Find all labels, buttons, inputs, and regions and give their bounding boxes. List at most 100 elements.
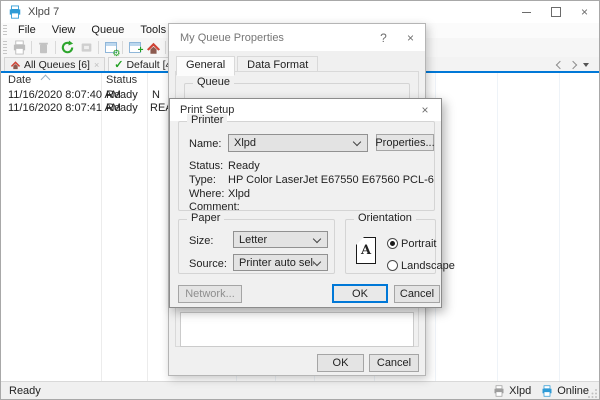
- column-divider: [559, 73, 560, 381]
- delete-button[interactable]: [34, 39, 53, 56]
- print-button[interactable]: [10, 39, 29, 56]
- home-icon: [10, 60, 21, 70]
- size-label: Size:: [189, 235, 213, 247]
- portrait-radio[interactable]: [387, 238, 398, 249]
- where-value: Xlpd: [228, 188, 250, 200]
- toolbar-separator: [55, 41, 56, 54]
- size-value: Letter: [239, 234, 314, 246]
- type-value: HP Color LaserJet E67550 E67560 PCL-6: [228, 174, 434, 186]
- group-label: Printer: [187, 114, 227, 126]
- type-label: Type:: [189, 174, 216, 186]
- status-bar: Ready Xlpd Online: [1, 381, 599, 399]
- queue-description-box[interactable]: [180, 312, 414, 347]
- cancel-button[interactable]: Cancel: [394, 285, 440, 303]
- status-online: Online: [557, 385, 589, 397]
- tab-all-queues[interactable]: All Queues [6] ×: [4, 57, 105, 71]
- paper-group: Paper Size: Letter Source: Printer auto …: [178, 219, 335, 274]
- maximize-icon: [551, 7, 561, 17]
- help-button[interactable]: ?: [370, 24, 397, 51]
- source-label: Source:: [189, 258, 227, 270]
- column-header-status[interactable]: Status: [106, 74, 137, 86]
- tab-scroll-right-icon[interactable]: [569, 61, 577, 69]
- minimize-button[interactable]: [512, 1, 541, 23]
- close-icon: ×: [581, 5, 588, 19]
- sort-ascending-icon: [41, 75, 51, 85]
- print-icon: [12, 40, 27, 55]
- cell-date: 11/16/2020 8:07:40 AM: [8, 89, 121, 101]
- help-icon: ?: [380, 31, 387, 45]
- refresh-button[interactable]: [58, 39, 77, 56]
- status-text: Ready: [9, 385, 41, 397]
- menu-view[interactable]: View: [44, 23, 84, 38]
- maximize-button[interactable]: [541, 1, 570, 23]
- ok-button[interactable]: OK: [317, 354, 364, 372]
- add-queue-icon: +: [129, 42, 141, 53]
- group-label: Queue: [193, 76, 234, 88]
- toolbar-separator: [122, 41, 123, 54]
- check-icon: ✓: [114, 60, 123, 70]
- portrait-paper-icon: A: [356, 237, 376, 264]
- refresh-icon: [60, 40, 75, 55]
- where-label: Where:: [189, 188, 224, 200]
- properties-button[interactable]: Properties...: [376, 134, 434, 151]
- tab-scroll-left-icon[interactable]: [556, 61, 564, 69]
- window-titlebar: Xlpd 7 ×: [1, 1, 599, 23]
- source-value: Printer auto select: [239, 257, 314, 269]
- tab-label: All Queues [6]: [24, 59, 90, 71]
- default-queue-button[interactable]: [144, 39, 163, 56]
- status-printer-name: Xlpd: [509, 385, 531, 397]
- close-button[interactable]: ×: [410, 99, 440, 121]
- stop-button[interactable]: [77, 39, 96, 56]
- toolbar-separator: [98, 41, 99, 54]
- xlpd-main-window: Xlpd 7 × File View Queue Tools Help: [0, 0, 600, 400]
- ok-button[interactable]: OK: [332, 284, 388, 303]
- chevron-down-icon: [313, 234, 321, 242]
- print-setup-dialog: Print Setup × Printer Name: Xlpd Propert…: [169, 98, 442, 308]
- paper-size-combo[interactable]: Letter: [233, 231, 328, 248]
- column-divider[interactable]: [147, 73, 148, 381]
- tab-list-dropdown-icon[interactable]: [583, 63, 589, 67]
- printer-name-value: Xlpd: [234, 137, 354, 149]
- column-header-date[interactable]: Date: [8, 74, 31, 86]
- group-label: Paper: [187, 212, 224, 224]
- printer-online-icon: [541, 385, 553, 397]
- printer-name-label: Name:: [189, 138, 221, 150]
- stop-icon: [80, 41, 93, 54]
- minimize-icon: [522, 12, 531, 13]
- window-title: Xlpd 7: [28, 6, 59, 18]
- queue-properties-button[interactable]: ⚙: [101, 39, 120, 56]
- menu-grip: [3, 25, 7, 37]
- chevron-down-icon: [313, 257, 321, 265]
- landscape-radio[interactable]: [387, 260, 398, 271]
- toolbar-separator: [31, 41, 32, 54]
- cell-name: N: [152, 89, 160, 101]
- chevron-down-icon: [353, 138, 361, 146]
- status-value: Ready: [228, 160, 260, 172]
- resize-grip[interactable]: [588, 388, 598, 398]
- close-button[interactable]: ×: [397, 24, 424, 51]
- printer-group: Printer Name: Xlpd Properties... Status:…: [178, 121, 435, 211]
- orientation-group: Orientation A Portrait Landscape: [345, 219, 436, 274]
- paper-source-combo[interactable]: Printer auto select: [233, 254, 328, 271]
- add-queue-button[interactable]: +: [125, 39, 144, 56]
- network-button[interactable]: Network...: [178, 285, 242, 303]
- app-printer-icon: [8, 5, 22, 19]
- close-icon: ×: [421, 103, 428, 117]
- menu-file[interactable]: File: [10, 23, 44, 38]
- column-divider[interactable]: [101, 73, 102, 381]
- tab-general[interactable]: General: [176, 56, 235, 76]
- dialog-title: My Queue Properties: [180, 32, 284, 44]
- close-button[interactable]: ×: [570, 1, 599, 23]
- close-icon: ×: [407, 31, 414, 45]
- cell-status: Ready: [106, 102, 138, 114]
- cell-status: Ready: [106, 89, 138, 101]
- cancel-button[interactable]: Cancel: [369, 354, 419, 372]
- status-label: Status:: [189, 160, 223, 172]
- menu-queue[interactable]: Queue: [83, 23, 132, 38]
- portrait-label: Portrait: [401, 238, 436, 250]
- cell-date: 11/16/2020 8:07:41 AM: [8, 102, 121, 114]
- tab-close-icon[interactable]: ×: [93, 60, 100, 70]
- toolbar-separator: [165, 41, 166, 54]
- group-label: Orientation: [354, 212, 416, 224]
- printer-name-combo[interactable]: Xlpd: [228, 134, 368, 152]
